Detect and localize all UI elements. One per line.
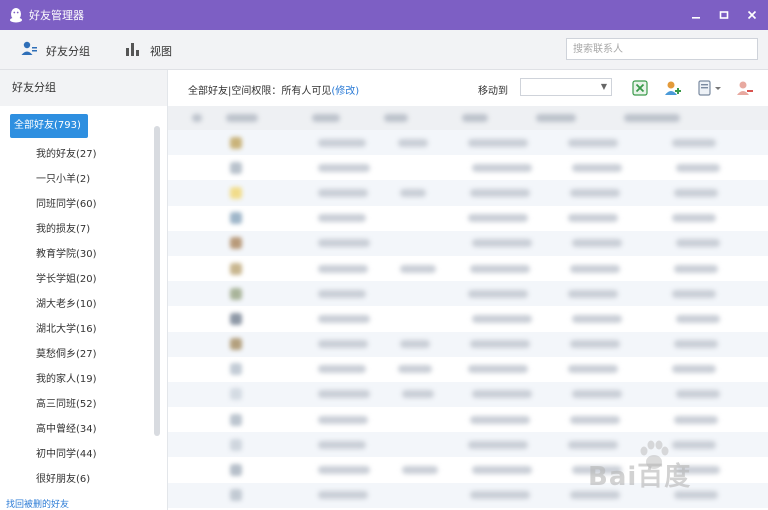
group-item[interactable]: 初中同学(44) — [0, 442, 167, 467]
recover-deleted-friends-link[interactable]: 找回被删的好友 — [6, 497, 69, 510]
group-item[interactable]: 我的家人(19) — [0, 367, 167, 392]
avatar — [230, 464, 242, 477]
avatar — [230, 338, 242, 351]
group-item[interactable]: 高三同班(52) — [0, 392, 167, 417]
qq-penguin-icon — [9, 7, 23, 23]
breadcrumb-text: 全部好友|空间权限：所有人可见 — [188, 86, 332, 97]
header-cell — [384, 114, 408, 122]
table-row[interactable] — [168, 155, 768, 180]
table-header — [168, 106, 768, 130]
table-row[interactable] — [168, 381, 768, 408]
avatar — [230, 363, 242, 376]
group-item[interactable]: 我的好友(27) — [0, 142, 167, 167]
maximize-icon — [719, 11, 729, 19]
friend-groups-button[interactable]: 好友分组 — [20, 40, 90, 61]
avatar — [230, 438, 242, 451]
table-row[interactable] — [168, 357, 768, 382]
table-row[interactable] — [168, 130, 768, 156]
table-row[interactable] — [168, 331, 768, 357]
table-row[interactable] — [168, 306, 768, 331]
table-row[interactable] — [168, 407, 768, 432]
group-item[interactable]: 教育学院(30) — [0, 242, 167, 267]
move-to-label: 移动到 — [478, 86, 508, 97]
search-input[interactable] — [566, 38, 758, 60]
header-cell — [462, 114, 488, 122]
avatar — [230, 413, 242, 426]
group-item[interactable]: 湖北大学(16) — [0, 317, 167, 342]
close-button[interactable] — [742, 5, 762, 25]
watermark-text: Bai百度 — [588, 462, 692, 492]
minimize-button[interactable] — [686, 5, 706, 25]
avatar — [230, 489, 242, 502]
table-row[interactable] — [168, 206, 768, 231]
header-cell — [536, 114, 576, 122]
delete-friend-icon[interactable] — [734, 78, 754, 98]
title-bar: 好友管理器 — [0, 0, 768, 30]
avatar — [230, 161, 242, 174]
toolbar: 好友分组 视图 — [0, 30, 768, 70]
friends-icon — [20, 40, 38, 61]
maximize-button[interactable] — [714, 5, 734, 25]
table-row[interactable] — [168, 281, 768, 307]
avatar — [230, 388, 242, 401]
avatar — [230, 287, 242, 300]
group-item[interactable]: 莫愁侗乡(27) — [0, 342, 167, 367]
bar-chart-icon — [124, 40, 142, 61]
group-item[interactable]: 高中曾经(34) — [0, 417, 167, 442]
group-item-all-friends[interactable]: 全部好友(793) — [10, 114, 88, 138]
baidu-watermark: Bai百度 — [580, 438, 730, 498]
view-label: 视图 — [150, 44, 172, 58]
avatar — [230, 237, 242, 250]
group-item[interactable]: 一只小羊(2) — [0, 167, 167, 192]
breadcrumb: 全部好友|空间权限：所有人可见(修改) — [188, 82, 359, 97]
group-sidebar: 好友分组 全部好友(793) 我的好友(27) 一只小羊(2) 同班同学(60)… — [0, 70, 168, 510]
table-row[interactable] — [168, 256, 768, 281]
modify-permission-link[interactable]: (修改) — [331, 86, 359, 97]
move-to-select[interactable]: ▼ — [520, 78, 612, 96]
sidebar-scrollbar[interactable] — [154, 126, 160, 436]
avatar — [230, 186, 242, 199]
list-header-bar: 全部好友|空间权限：所有人可见(修改) 移动到 ▼ — [168, 70, 768, 106]
add-friend-icon[interactable] — [662, 78, 682, 98]
friend-groups-label: 好友分组 — [46, 44, 90, 58]
chevron-down-icon: ▼ — [600, 82, 607, 91]
group-item[interactable]: 很好朋友(6) — [0, 467, 167, 492]
group-item[interactable]: 我的损友(7) — [0, 217, 167, 242]
header-cell — [312, 114, 340, 122]
group-item[interactable]: 学长学姐(20) — [0, 267, 167, 292]
excel-export-icon[interactable] — [630, 78, 650, 98]
group-list: 全部好友(793) 我的好友(27) 一只小羊(2) 同班同学(60) 我的损友… — [0, 106, 167, 492]
sidebar-header: 好友分组 — [0, 70, 167, 106]
more-options-icon[interactable] — [696, 78, 724, 98]
avatar — [230, 262, 242, 275]
avatar — [230, 212, 242, 225]
header-cell — [624, 114, 680, 122]
header-cell — [226, 114, 258, 122]
header-cell — [192, 114, 202, 122]
view-button[interactable]: 视图 — [124, 40, 172, 61]
minimize-icon — [692, 17, 700, 19]
table-row[interactable] — [168, 180, 768, 206]
group-item[interactable]: 同班同学(60) — [0, 192, 167, 217]
group-item[interactable]: 湖大老乡(10) — [0, 292, 167, 317]
avatar — [230, 312, 242, 325]
window-title: 好友管理器 — [29, 9, 84, 22]
close-icon — [747, 10, 757, 20]
table-row[interactable] — [168, 230, 768, 256]
avatar — [230, 136, 242, 149]
